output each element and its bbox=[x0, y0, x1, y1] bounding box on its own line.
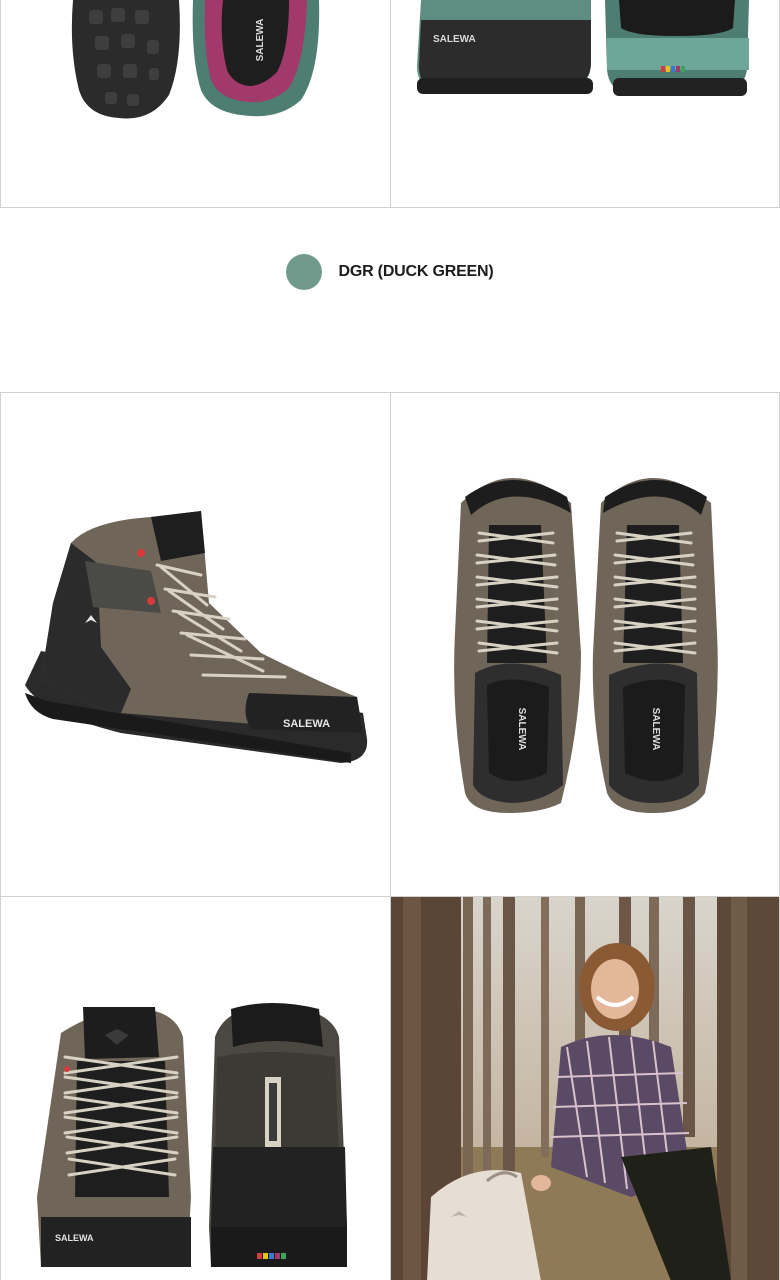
boot-front-back-image: SALEWA bbox=[37, 1003, 347, 1267]
boots-pair-top-view-image: SALEWA SALEWA bbox=[454, 478, 718, 813]
boot-sole-pink-lining-image: SALEWA bbox=[71, 0, 320, 119]
lifestyle-photo[interactable] bbox=[390, 896, 780, 1280]
svg-text:SALEWA: SALEWA bbox=[650, 708, 661, 751]
product-image-front-back[interactable]: SALEWA bbox=[0, 896, 391, 1280]
mid-hiking-boot-side-image: SALEWA bbox=[25, 511, 368, 763]
boot-heel-image: SALEWA bbox=[417, 0, 749, 96]
svg-text:SALEWA: SALEWA bbox=[55, 1233, 94, 1243]
product-image-side[interactable]: SALEWA bbox=[0, 392, 391, 897]
product-image-top-left[interactable]: SALEWA bbox=[0, 0, 391, 208]
product-image-top-right[interactable]: SALEWA bbox=[390, 0, 780, 208]
color-option[interactable]: DGR (DUCK GREEN) bbox=[286, 254, 494, 290]
svg-text:SALEWA: SALEWA bbox=[433, 34, 476, 45]
product-image-top[interactable]: SALEWA SALEWA bbox=[390, 392, 780, 897]
svg-text:SALEWA: SALEWA bbox=[255, 19, 266, 62]
svg-text:SALEWA: SALEWA bbox=[516, 708, 527, 751]
hiker-in-forest-image bbox=[391, 897, 779, 1280]
color-swatch[interactable] bbox=[286, 254, 323, 290]
svg-text:SALEWA: SALEWA bbox=[283, 718, 330, 730]
color-option-label: DGR (DUCK GREEN) bbox=[338, 263, 494, 280]
color-option-row: DGR (DUCK GREEN) bbox=[0, 208, 780, 392]
